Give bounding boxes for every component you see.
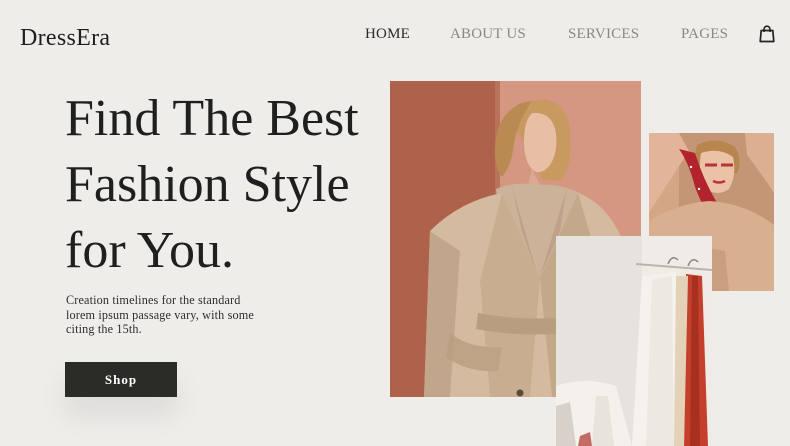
shop-button[interactable]: Shop (65, 362, 177, 397)
nav-item-services[interactable]: SERVICES (568, 26, 639, 43)
hero-headline-line-3: for You. (65, 222, 235, 279)
hero-description-line-2: lorem ipsum passage vary, with some (66, 307, 254, 322)
shopping-bag-icon[interactable] (759, 25, 775, 43)
nav-item-about-us[interactable]: ABOUT US (450, 26, 526, 43)
hero-description: Creation timelines for the standard lore… (66, 293, 316, 337)
hero-headline: Find The Best Fashion Style for You. (65, 86, 385, 284)
landing-page: DressEra HOME ABOUT US SERVICES PAGES Fi… (0, 0, 790, 446)
nav-item-home[interactable]: HOME (365, 26, 410, 43)
nav-item-pages[interactable]: PAGES (681, 26, 728, 43)
hero-description-line-3: citing the 15th. (66, 322, 142, 336)
hero-description-line-1: Creation timelines for the standard (66, 293, 241, 307)
main-nav: HOME ABOUT US SERVICES PAGES (0, 26, 790, 44)
rack-image-clothes (556, 236, 712, 446)
hero-headline-line-2: Fashion Style (65, 156, 350, 213)
hero-headline-line-1: Find The Best (65, 90, 359, 147)
